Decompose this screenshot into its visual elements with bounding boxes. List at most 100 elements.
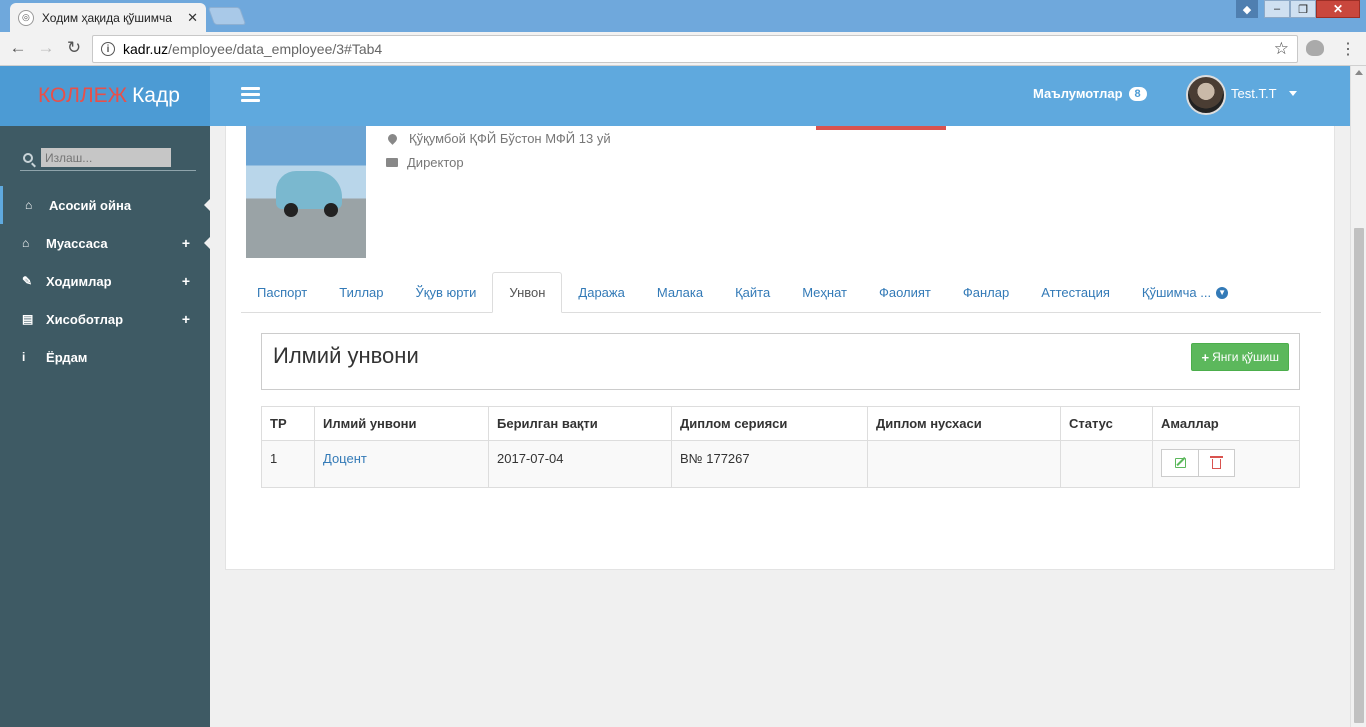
title-link[interactable]: Доцент [323,451,367,466]
status-bar [816,126,946,130]
tab-more[interactable]: Қўшимча ... ▼ [1126,272,1244,313]
scrollbar-thumb[interactable] [1354,228,1364,723]
address-text: Қўқумбой ҚФЙ Бўстон МФЙ 13 уй [409,131,611,146]
sidebar-item-employees[interactable]: ✎ Ходимлар + [0,262,210,300]
profile-address: Қўқумбой ҚФЙ Бўстон МФЙ 13 уй [386,131,611,146]
home-icon: ⌂ [25,198,33,212]
url-path: /employee/data_employee/3#Tab4 [168,41,383,57]
section-title: Илмий унвони [273,343,419,368]
brand-part1: КОЛЛЕЖ [38,84,128,107]
edit-icon [1174,458,1186,468]
app-root: КОЛЛЕЖ Кадр Маълумотлар 8 Test.T.T ⌂ Асо… [0,66,1366,727]
minimize-button[interactable]: ‒ [1264,0,1290,18]
search-input[interactable] [41,148,171,167]
sidebar-item-reports[interactable]: ▤ Хисоботлар + [0,300,210,338]
user-name: Test.T.T [1231,86,1277,101]
window-close-button[interactable]: ✕ [1316,0,1360,18]
reload-icon[interactable]: ↻ [64,38,84,58]
tab-attestation[interactable]: Аттестация [1025,272,1126,313]
position-text: Директор [407,155,464,170]
tab-title[interactable]: Унвон [492,272,563,313]
briefcase-icon [386,158,398,167]
close-tab-icon[interactable]: ✕ [187,10,198,26]
browser-menu-icon[interactable]: ⋮ [1340,39,1356,59]
column-header: Диплом серияси [671,406,868,441]
brand-logo[interactable]: КОЛЛЕЖ Кадр [0,66,210,126]
expand-plus-icon: + [181,235,190,251]
tab-passport[interactable]: Паспорт [241,272,323,313]
hamburger-menu-icon[interactable] [241,87,260,105]
sidebar-item-home[interactable]: ⌂ Асосий ойна [0,186,210,224]
browser-titlebar: ◎ Ходим ҳақида қўшимча ✕ ◆ ‒ ❐ ✕ [0,0,1366,32]
sidebar-menu: ⌂ Асосий ойна ⌂ Муассаса + ✎ Ходимлар + … [0,186,210,376]
notifications-badge: 8 [1128,86,1147,101]
table-header-row: ТР Илмий унвони Берилган вақти Диплом се… [261,406,1300,441]
tab-activity[interactable]: Фаолият [863,272,947,313]
sidebar: ⌂ Асосий ойна ⌂ Муассаса + ✎ Ходимлар + … [0,126,210,727]
cell-status [1060,440,1153,488]
favicon-icon: ◎ [18,9,34,26]
info-icon: i [22,350,26,364]
table-icon: ▤ [22,312,34,326]
cell-copy [867,440,1061,488]
active-indicator [204,199,210,211]
new-tab-button[interactable] [207,7,247,25]
extension-icon[interactable] [1306,40,1324,56]
browser-tab[interactable]: ◎ Ходим ҳақида қўшимча ✕ [10,3,206,32]
user-menu[interactable]: Test.T.T [1231,86,1297,101]
page-scrollbar[interactable] [1350,66,1366,727]
notifications[interactable]: Маълумотлар 8 [1033,86,1147,101]
sidebar-search [20,145,196,171]
forward-icon[interactable]: → [36,38,56,58]
info-icon[interactable]: i [101,42,115,56]
url-domain: kadr.uz [123,41,169,57]
cell-number: 1 [261,440,315,488]
user-profile-icon[interactable]: ◆ [1236,0,1258,18]
caret-down-icon [1288,91,1297,96]
cell-title: Доцент [314,440,489,488]
browser-tab-title: Ходим ҳақида қўшимча [41,10,172,25]
tab-subjects[interactable]: Фанлар [947,272,1025,313]
top-navbar: Маълумотлар 8 Test.T.T [210,66,1350,126]
active-indicator [204,237,210,249]
tab-education[interactable]: Ўқув юрти [400,272,493,313]
column-header: Илмий унвони [314,406,489,441]
browser-toolbar: ← → ↻ i kadr.uz /employee/data_employee/… [0,32,1366,66]
brand-part2: Кадр [132,84,180,107]
trash-icon [1210,456,1223,469]
profile-photo [246,126,366,258]
cell-date: 2017-07-04 [488,440,672,488]
employee-card: Қўқумбой ҚФЙ Бўстон МФЙ 13 уй Директор П… [225,126,1335,570]
edit-button[interactable] [1161,449,1199,477]
sidebar-item-label: Муассаса [46,235,108,251]
chevron-down-icon: ▼ [1216,286,1229,299]
bookmark-star-icon[interactable]: ☆ [1274,39,1289,59]
tab-retraining[interactable]: Қайта [719,272,786,313]
sidebar-item-label: Ёрдам [46,349,88,365]
tab-qualification[interactable]: Малака [641,272,719,313]
column-header: Амаллар [1152,406,1300,441]
url-bar[interactable]: i kadr.uz /employee/data_employee/3#Tab4… [92,35,1298,63]
expand-plus-icon: + [181,273,190,289]
add-new-button[interactable]: + Янги қўшиш [1191,343,1289,371]
maximize-button[interactable]: ❐ [1290,0,1316,18]
notifications-label: Маълумотлар [1033,86,1123,101]
sidebar-item-label: Ходимлар [46,273,112,289]
scroll-up-icon[interactable] [1355,70,1363,75]
delete-button[interactable] [1198,449,1235,477]
map-marker-icon [386,132,399,145]
tab-languages[interactable]: Тиллар [323,272,399,313]
back-icon[interactable]: ← [8,38,28,58]
tab-labor[interactable]: Меҳнат [786,272,863,313]
table-row: 1 Доцент 2017-07-04 B№ 177267 [261,440,1300,488]
plus-icon: + [1201,349,1210,365]
sidebar-item-institution[interactable]: ⌂ Муассаса + [0,224,210,262]
avatar[interactable] [1186,75,1226,115]
employee-tabs: Паспорт Тиллар Ўқув юрти Унвон Даража Ма… [241,272,1321,313]
sidebar-item-label: Хисоботлар [46,311,124,327]
sidebar-item-help[interactable]: i Ёрдам [0,338,210,376]
column-header: Диплом нусхаси [867,406,1061,441]
tab-degree[interactable]: Даража [562,272,640,313]
window-controls: ◆ ‒ ❐ ✕ [1236,0,1360,18]
search-icon [23,152,33,163]
